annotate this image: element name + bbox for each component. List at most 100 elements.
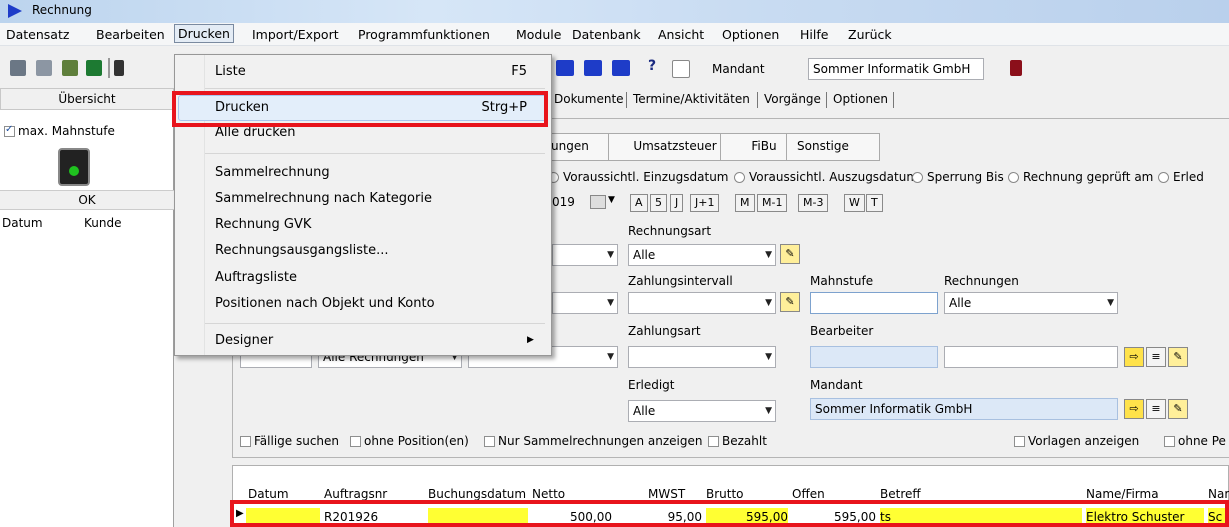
menu-drucken[interactable]: Drucken	[174, 24, 234, 43]
radio-rechnung-geprueft[interactable]: Rechnung geprüft am	[1008, 170, 1153, 184]
menu-import-export[interactable]: Import/Export	[252, 27, 339, 42]
arrow-right-icon[interactable]: ⇨	[1124, 347, 1144, 367]
menu-item-sammelrechnung-kategorie[interactable]: Sammelrechnung nach Kategorie	[215, 191, 432, 206]
tab-vorgaenge[interactable]: Vorgänge	[764, 90, 821, 110]
radio-sperrung-bis[interactable]: Sperrung Bis	[912, 170, 1004, 184]
menu-hilfe[interactable]: Hilfe	[800, 27, 828, 42]
overview-header[interactable]: Übersicht	[0, 88, 174, 110]
edit-icon[interactable]: ✎	[780, 244, 800, 264]
shortcut-a[interactable]: A	[630, 194, 648, 212]
menu-module[interactable]: Module	[516, 27, 561, 42]
grid-header-betreff[interactable]: Betreff	[880, 487, 921, 501]
ok-button[interactable]: OK	[0, 190, 174, 210]
menu-item-auftragsliste[interactable]: Auftragsliste	[215, 270, 297, 285]
col-datum[interactable]: Datum	[2, 216, 43, 230]
sammelrechnungen-checkbox[interactable]: Nur Sammelrechnungen anzeigen	[484, 434, 702, 448]
row-highlight-box	[230, 500, 1229, 527]
print-icon[interactable]	[10, 60, 26, 76]
menu-item-alle-drucken[interactable]: Alle drucken	[215, 125, 296, 140]
menu-ansicht[interactable]: Ansicht	[658, 27, 704, 42]
checkbox-label: Bezahlt	[722, 434, 767, 448]
shortcut-j-plus-1[interactable]: J+1	[690, 194, 720, 212]
erledigt-select[interactable]: Alle	[628, 400, 776, 422]
document-icon[interactable]	[672, 60, 690, 78]
shortcut-m[interactable]: M	[735, 194, 755, 212]
mandant-filter-field[interactable]: Sommer Informatik GmbH	[810, 398, 1118, 420]
shortcut-j[interactable]: J	[670, 194, 684, 212]
menu-item-positionen[interactable]: Positionen nach Objekt und Konto	[215, 296, 435, 311]
exit-icon[interactable]	[1010, 60, 1022, 76]
tab-dokumente[interactable]: Dokumente	[554, 90, 624, 110]
radio-einzugsdatum[interactable]: Voraussichtl. Einzugsdatum	[548, 170, 729, 184]
help-icon[interactable]: ?	[648, 58, 656, 74]
grid-header-mwst[interactable]: MWST	[648, 487, 685, 501]
menu-item-liste[interactable]: Liste	[215, 64, 246, 79]
tree-icon[interactable]	[62, 60, 78, 76]
hidden-combo-1[interactable]	[552, 244, 618, 266]
mandant-select[interactable]: Sommer Informatik GmbH	[808, 58, 984, 80]
menu-optionen[interactable]: Optionen	[722, 27, 779, 42]
list-icon[interactable]: ≡	[1146, 347, 1166, 367]
vorlagen-anzeigen-checkbox[interactable]: Vorlagen anzeigen	[1014, 434, 1139, 448]
grid-header-buchungsdatum[interactable]: Buchungsdatum	[428, 487, 526, 501]
menu-bearbeiten[interactable]: Bearbeiten	[96, 27, 165, 42]
menu-datenbank[interactable]: Datenbank	[572, 27, 641, 42]
si-arrow-icon-1[interactable]	[556, 60, 574, 76]
zahlungsart-label: Zahlungsart	[628, 324, 701, 338]
shortcut-m-3[interactable]: M-3	[798, 194, 829, 212]
zahlungsintervall-select[interactable]	[628, 292, 776, 314]
subtab-sonstige[interactable]: Sonstige	[786, 133, 880, 161]
shortcut-w[interactable]: W	[844, 194, 865, 212]
rechnungen-select[interactable]: Alle	[944, 292, 1118, 314]
radio-erledigt[interactable]: Erled	[1158, 170, 1204, 184]
menu-item-sammelrechnung[interactable]: Sammelrechnung	[215, 165, 330, 180]
tab-termine[interactable]: Termine/Aktivitäten	[633, 90, 750, 110]
bezahlt-checkbox[interactable]: Bezahlt	[708, 434, 767, 448]
max-mahnstufe-checkbox[interactable]: max. Mahnstufe	[4, 124, 115, 138]
hidden-combo-2[interactable]	[552, 292, 618, 314]
calendar-icon[interactable]	[590, 195, 606, 209]
mahnstufe-input[interactable]	[810, 292, 938, 314]
edit-icon[interactable]: ✎	[1168, 399, 1188, 419]
date-field-fragment[interactable]: 019	[552, 195, 575, 209]
bearbeiter-name-field[interactable]	[944, 346, 1118, 368]
menu-item-rechnung-gvk[interactable]: Rechnung GVK	[215, 217, 311, 232]
shortcut-5[interactable]: 5	[650, 194, 667, 212]
menu-item-rechnungsausgangsliste[interactable]: Rechnungsausgangsliste...	[215, 243, 389, 258]
menu-item-designer[interactable]: Designer	[215, 333, 273, 348]
col-kunde[interactable]: Kunde	[84, 216, 121, 230]
radio-auszugsdatum[interactable]: Voraussichtl. Auszugsdatum	[734, 170, 918, 184]
edit-icon[interactable]: ✎	[780, 292, 800, 312]
menu-zurueck[interactable]: Zurück	[848, 27, 892, 42]
edit-icon[interactable]: ✎	[1168, 347, 1188, 367]
chevron-down-icon[interactable]: ▼	[608, 195, 615, 205]
grid-header-brutto[interactable]: Brutto	[706, 487, 744, 501]
zahlungsart-select[interactable]	[628, 346, 776, 368]
grid-header-name-firma[interactable]: Name/Firma	[1086, 487, 1159, 501]
arrow-right-icon[interactable]: ⇨	[1124, 399, 1144, 419]
si-arrow-icon-3[interactable]	[612, 60, 630, 76]
grid-header-offen[interactable]: Offen	[792, 487, 825, 501]
grid-header-netto[interactable]: Netto	[532, 487, 565, 501]
grid-header-nar[interactable]: Nar	[1208, 487, 1229, 501]
tab-optionen[interactable]: Optionen	[833, 90, 888, 110]
ohne-positionen-checkbox[interactable]: ohne Position(en)	[350, 434, 469, 448]
shortcut-t[interactable]: T	[866, 194, 883, 212]
binoculars-icon[interactable]	[114, 60, 124, 76]
toolbar-separator	[108, 58, 110, 78]
bearbeiter-field[interactable]	[810, 346, 938, 368]
excel-icon[interactable]	[86, 60, 102, 76]
preview-icon[interactable]	[36, 60, 52, 76]
menu-separator	[205, 153, 545, 154]
menu-datensatz[interactable]: Datensatz	[6, 27, 69, 42]
grid-header-auftragsnr[interactable]: Auftragsnr	[324, 487, 387, 501]
ohne-pe-checkbox[interactable]: ohne Pe	[1164, 434, 1226, 448]
si-arrow-icon-2[interactable]	[584, 60, 602, 76]
grid-header-datum[interactable]: Datum	[248, 487, 289, 501]
menu-programmfunktionen[interactable]: Programmfunktionen	[358, 27, 490, 42]
faellige-suchen-checkbox[interactable]: Fällige suchen	[240, 434, 339, 448]
erledigt-label: Erledigt	[628, 378, 675, 392]
list-icon[interactable]: ≡	[1146, 399, 1166, 419]
shortcut-m-1[interactable]: M-1	[757, 194, 788, 212]
rechnungsart-select[interactable]: Alle	[628, 244, 776, 266]
